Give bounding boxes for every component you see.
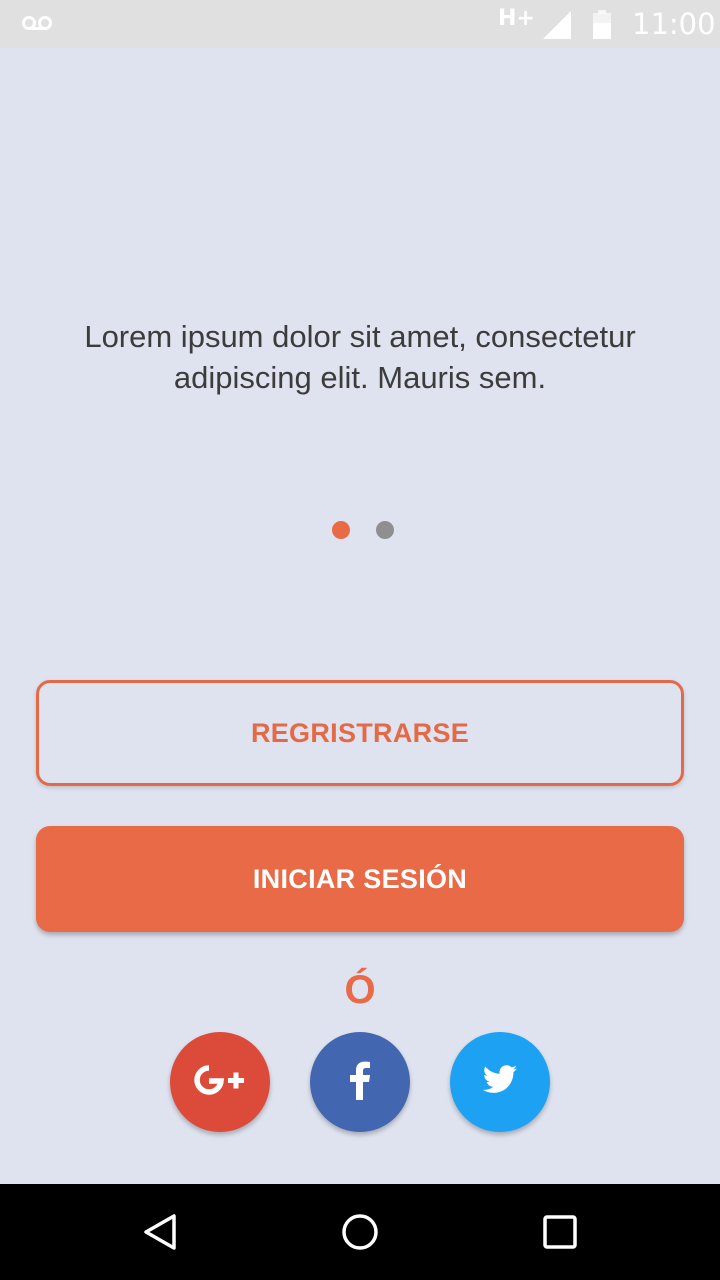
navigation-bar (0, 1184, 720, 1280)
facebook-button[interactable] (310, 1032, 410, 1132)
signal-icon (542, 10, 572, 45)
network-type: H+ (498, 6, 535, 31)
home-icon[interactable] (338, 1210, 382, 1254)
page-dot[interactable] (376, 521, 394, 539)
intro-text: Lorem ipsum dolor sit amet, consectetur … (84, 319, 636, 395)
status-bar: H+ 11:00 (0, 0, 720, 48)
register-button[interactable]: REGRISTRARSE (36, 680, 684, 786)
page-dot-active[interactable] (332, 521, 350, 539)
page-indicator (332, 521, 402, 541)
facebook-icon (348, 1060, 372, 1105)
status-time: 11:00 (632, 7, 716, 41)
google-plus-button[interactable] (170, 1032, 270, 1132)
google-plus-icon (192, 1062, 248, 1103)
or-separator: Ó (344, 968, 376, 1012)
login-button[interactable]: INICIAR SESIÓN (36, 826, 684, 932)
twitter-button[interactable] (450, 1032, 550, 1132)
twitter-icon (482, 1064, 518, 1100)
voicemail-icon (22, 14, 52, 37)
recent-apps-icon[interactable] (538, 1210, 582, 1254)
battery-icon (592, 10, 612, 45)
back-icon[interactable] (138, 1210, 182, 1254)
